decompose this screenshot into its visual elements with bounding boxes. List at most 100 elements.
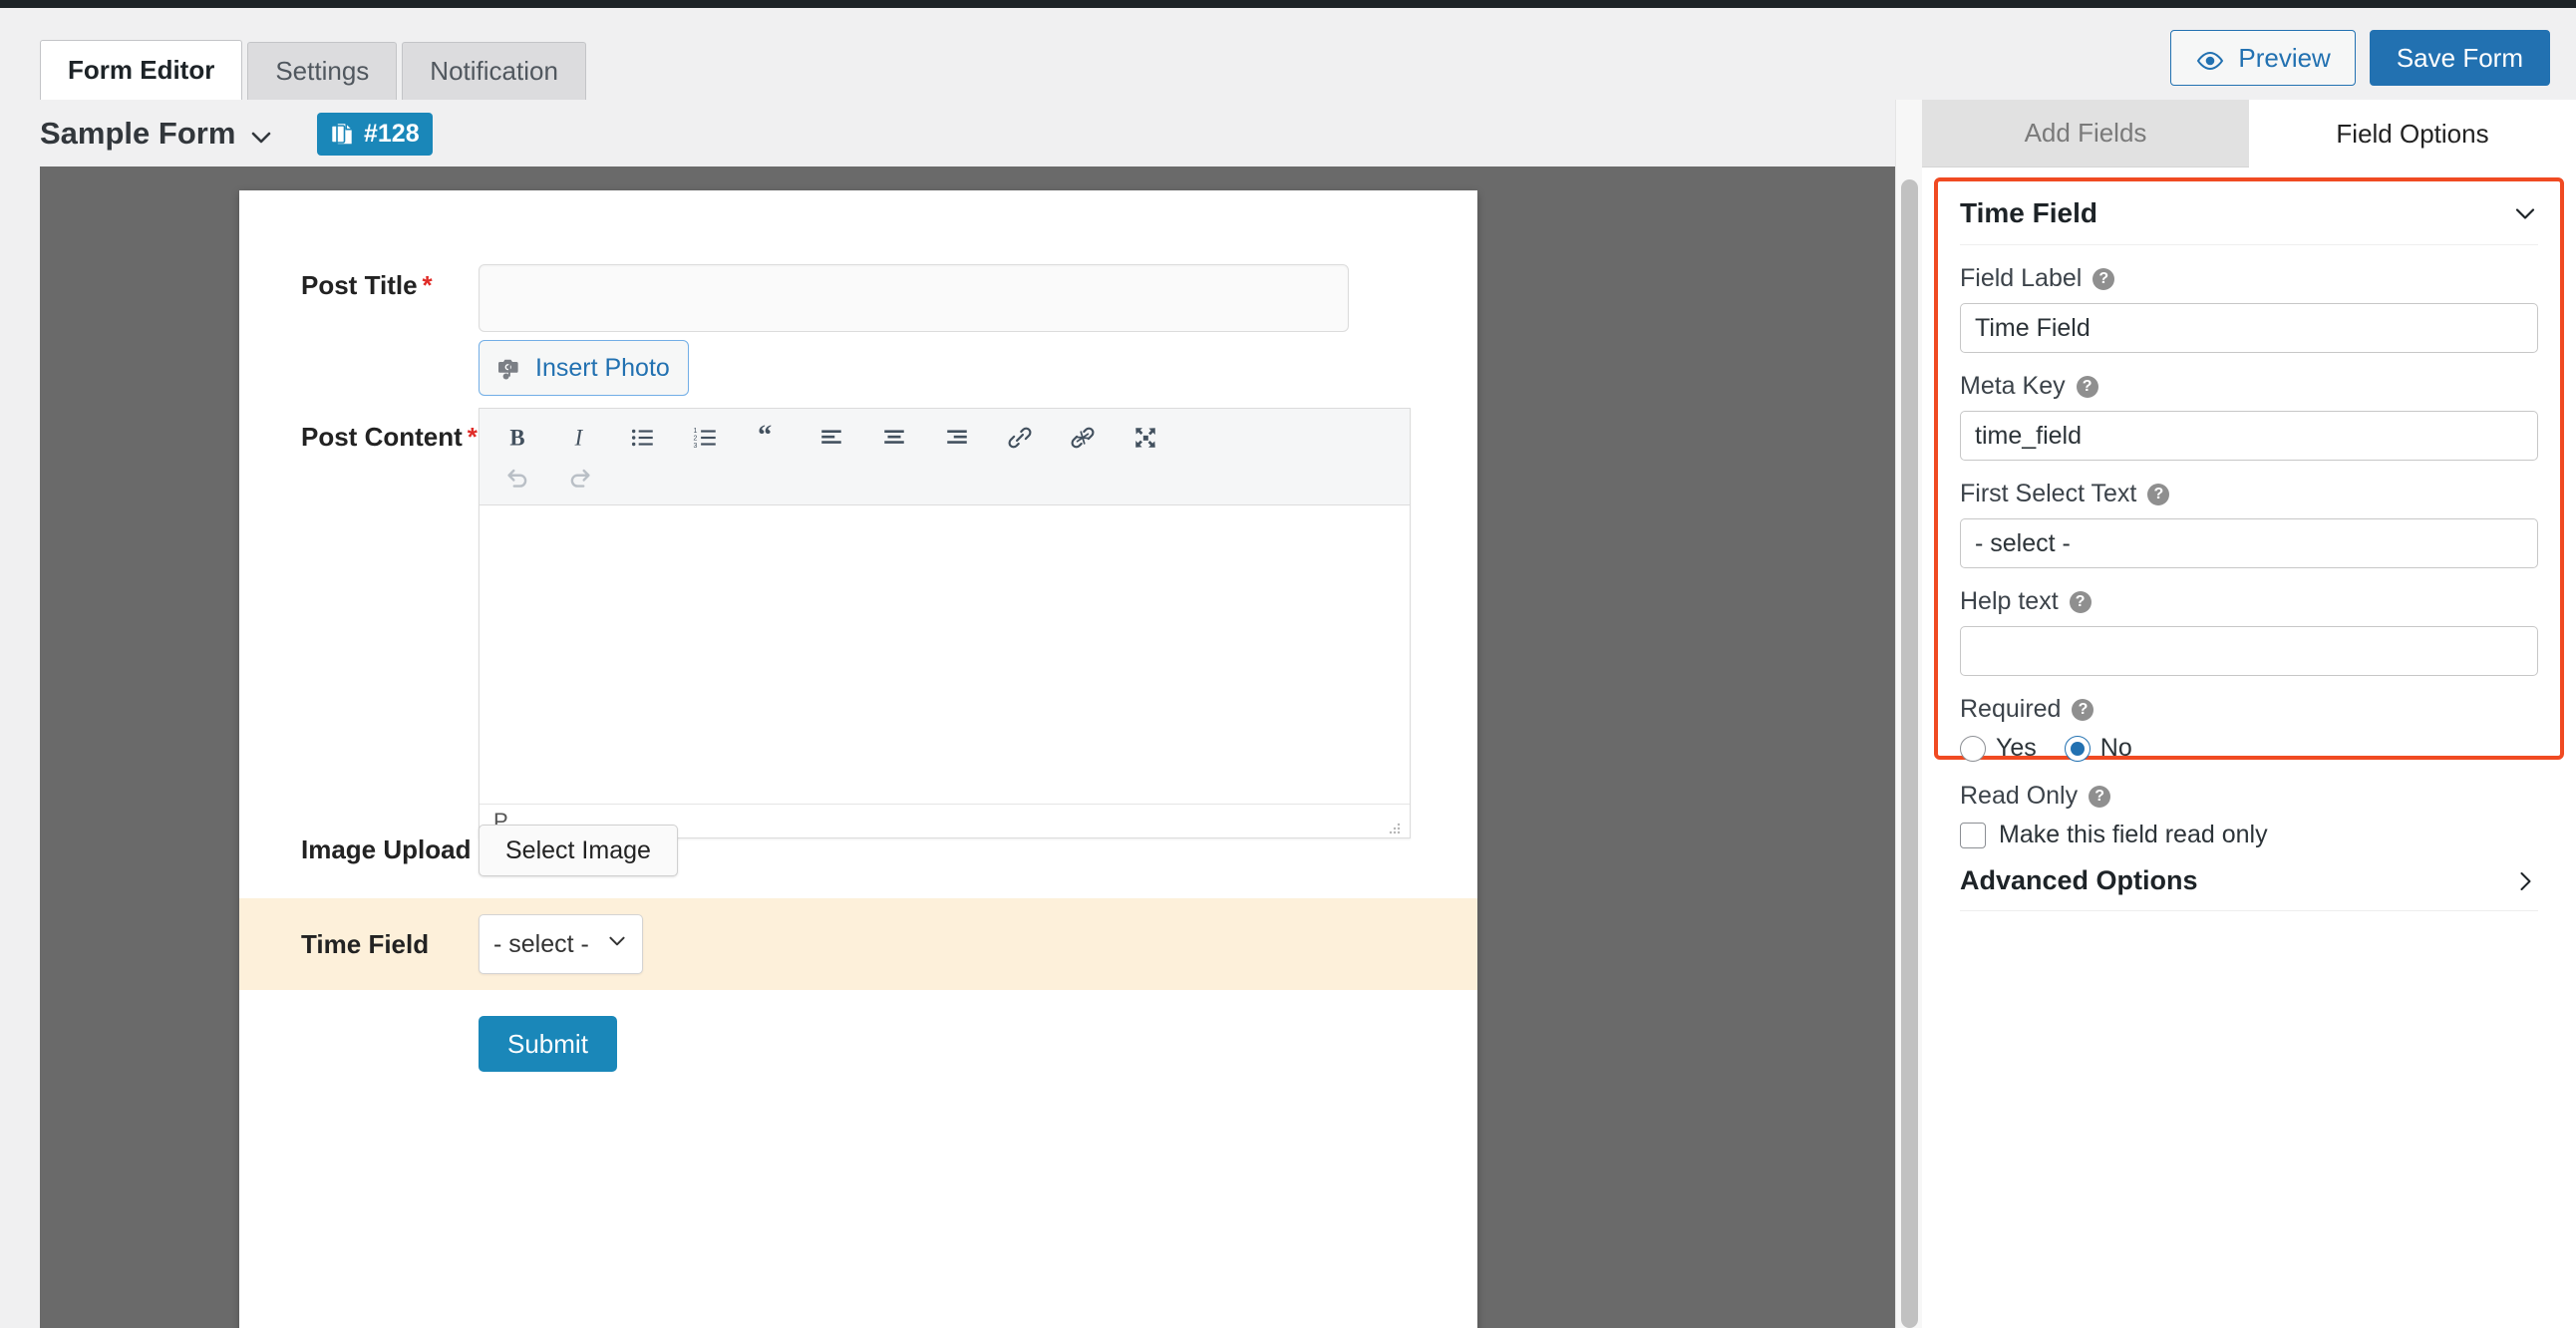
numbered-list-icon[interactable]: 1 2 3: [674, 417, 737, 458]
italic-icon[interactable]: I: [548, 417, 611, 458]
form-row-post-title: Post Title *: [239, 264, 1477, 332]
post-title-required-star: *: [422, 270, 433, 300]
editor-toolbar: B I 1 2 3 “: [480, 409, 1410, 505]
time-field-label: Time Field: [301, 929, 430, 959]
help-text-label: Help text ?: [1960, 587, 2538, 616]
align-center-icon[interactable]: [862, 417, 925, 458]
form-id-badge[interactable]: #128: [317, 113, 433, 156]
help-text-label-text: Help text: [1960, 587, 2059, 615]
time-field-select[interactable]: - select -: [479, 914, 643, 974]
svg-text:1: 1: [693, 428, 697, 435]
svg-text:I: I: [573, 425, 583, 450]
page-title: Sample Form: [40, 116, 236, 151]
media-photo-icon: [497, 355, 523, 381]
svg-text:3: 3: [693, 442, 697, 449]
meta-key-input-value: time_field: [1975, 421, 2082, 450]
required-yes-label: Yes: [1996, 734, 2037, 762]
bold-icon[interactable]: B: [485, 417, 548, 458]
post-content-label: Post Content *: [239, 340, 479, 838]
option-group-first-select-text: First Select Text ? - select -: [1960, 480, 2538, 568]
tab-notification[interactable]: Notification: [402, 42, 586, 100]
svg-text:2: 2: [693, 435, 697, 442]
option-group-help-text: Help text ?: [1960, 587, 2538, 676]
save-form-button-label: Save Form: [2396, 42, 2523, 73]
required-no-label: No: [2099, 734, 2132, 762]
tab-form-editor[interactable]: Form Editor: [40, 40, 243, 100]
preview-button[interactable]: Preview: [2170, 30, 2356, 86]
remove-link-icon[interactable]: [1051, 417, 1114, 458]
editor-toolbar-row-2: [485, 458, 1404, 498]
chevron-down-icon[interactable]: [247, 124, 275, 152]
submit-button[interactable]: Submit: [479, 1016, 617, 1072]
tab-add-fields-label: Add Fields: [2024, 118, 2147, 148]
chevron-down-icon[interactable]: [2512, 200, 2538, 226]
first-select-text-label-text: First Select Text: [1960, 480, 2137, 507]
meta-key-label: Meta Key ?: [1960, 372, 2538, 401]
help-icon[interactable]: ?: [2093, 267, 2115, 290]
option-group-required: Required ? Yes No: [1960, 695, 2538, 763]
chevron-down-icon: [606, 930, 628, 959]
post-content-required-star: *: [467, 422, 478, 452]
rich-text-editor: B I 1 2 3 “ P: [479, 408, 1411, 838]
field-label-input[interactable]: Time Field: [1960, 303, 2538, 353]
wp-admin-bar-strip: [0, 0, 2576, 8]
field-options-panel: Add Fields Field Options Time Field Fiel…: [1922, 100, 2576, 1328]
read-only-label: Read Only ?: [1960, 782, 2538, 811]
required-yes-radio[interactable]: [1960, 735, 1986, 762]
bulleted-list-icon[interactable]: [611, 417, 674, 458]
insert-link-icon[interactable]: [988, 417, 1051, 458]
meta-key-input[interactable]: time_field: [1960, 411, 2538, 461]
post-title-input[interactable]: [479, 264, 1349, 332]
fullscreen-icon[interactable]: [1114, 417, 1176, 458]
post-content-editor-wrap: Insert Photo B I 1 2 3 “ P: [479, 340, 1411, 838]
help-icon[interactable]: ?: [2089, 785, 2111, 808]
align-left-icon[interactable]: [800, 417, 862, 458]
panel-tabs: Add Fields Field Options: [1922, 100, 2576, 167]
form-row-submit: Submit: [239, 1016, 1477, 1072]
help-icon[interactable]: ?: [2072, 698, 2094, 721]
topbar-actions: Preview Save Form: [2170, 30, 2550, 86]
form-row-time-field[interactable]: Time Field - select -: [239, 898, 1477, 990]
options-title: Time Field: [1960, 196, 2097, 228]
field-label-label: Field Label ?: [1960, 264, 2538, 293]
post-title-label: Post Title *: [239, 264, 479, 332]
read-only-checkbox-row: Make this field read only: [1960, 821, 2538, 849]
blockquote-icon[interactable]: “: [737, 417, 800, 458]
option-group-field-label: Field Label ? Time Field: [1960, 264, 2538, 353]
tab-field-options[interactable]: Field Options: [2249, 100, 2576, 167]
option-group-read-only: Read Only ? Make this field read only: [1960, 782, 2538, 849]
redo-icon[interactable]: [548, 458, 611, 498]
save-form-button[interactable]: Save Form: [2369, 30, 2550, 86]
tab-add-fields[interactable]: Add Fields: [1922, 100, 2249, 167]
read-only-checkbox-label: Make this field read only: [1999, 821, 2268, 848]
help-text-input[interactable]: [1960, 626, 2538, 676]
editor-toolbar-row-1: B I 1 2 3 “: [485, 417, 1404, 458]
first-select-text-input-value: - select -: [1975, 528, 2071, 557]
align-right-icon[interactable]: [925, 417, 988, 458]
select-image-button[interactable]: Select Image: [479, 825, 678, 876]
time-field-select-value: - select -: [493, 929, 589, 958]
undo-icon[interactable]: [485, 458, 548, 498]
select-image-button-label: Select Image: [505, 835, 651, 864]
first-select-text-input[interactable]: - select -: [1960, 518, 2538, 568]
advanced-options-label: Advanced Options: [1960, 865, 2198, 895]
editor-content-area[interactable]: [480, 505, 1410, 804]
meta-key-label-text: Meta Key: [1960, 372, 2066, 400]
read-only-checkbox[interactable]: [1960, 822, 1986, 848]
top-tab-bar: Form Editor Settings Notification Previe…: [0, 8, 2576, 100]
help-icon[interactable]: ?: [2076, 375, 2098, 398]
tab-settings[interactable]: Settings: [247, 42, 398, 100]
help-icon[interactable]: ?: [2069, 590, 2092, 613]
insert-photo-button-label: Insert Photo: [535, 353, 670, 382]
required-label: Required ?: [1960, 695, 2538, 724]
form-preview-backdrop: Post Title * Post Content * Insert Photo…: [40, 166, 1895, 1328]
option-group-meta-key: Meta Key ? time_field: [1960, 372, 2538, 461]
vertical-scrollbar-thumb[interactable]: [1901, 179, 1918, 1328]
required-no-radio[interactable]: [2064, 735, 2091, 762]
advanced-options-row[interactable]: Advanced Options: [1960, 865, 2538, 911]
insert-photo-button[interactable]: Insert Photo: [479, 340, 689, 396]
help-icon[interactable]: ?: [2147, 483, 2170, 505]
first-select-text-label: First Select Text ?: [1960, 480, 2538, 508]
required-label-text: Required: [1960, 695, 2062, 723]
tab-settings-label: Settings: [275, 56, 370, 86]
